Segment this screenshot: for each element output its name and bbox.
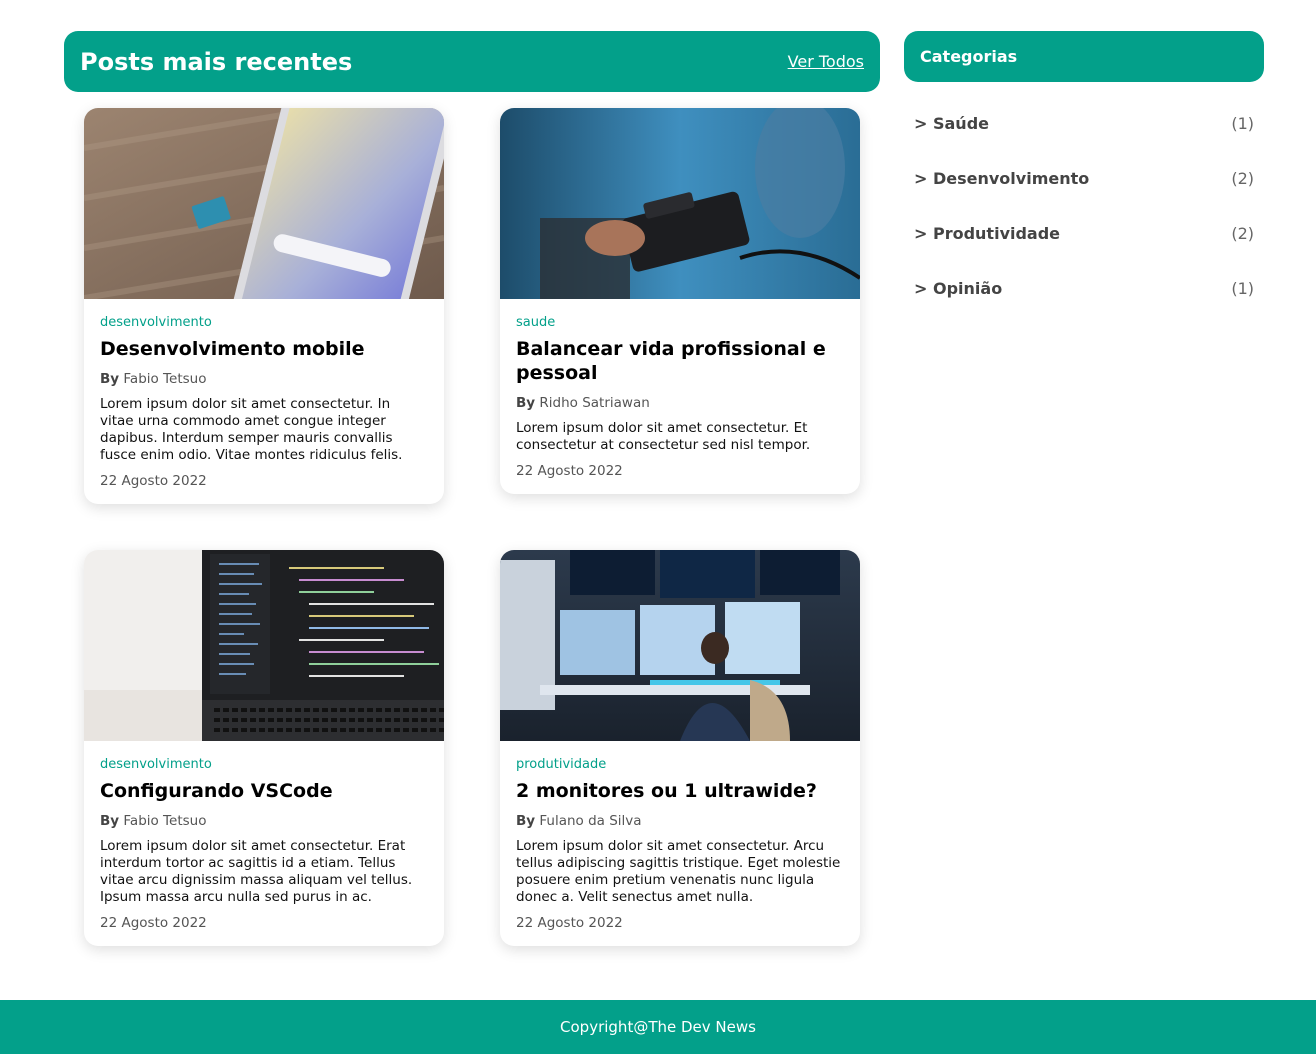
category-count: (1)	[1231, 114, 1254, 133]
post-card[interactable]: saude Balancear vida profissional e pess…	[500, 108, 860, 494]
post-author: By Ridho Satriawan	[516, 394, 844, 412]
post-author: By Fulano da Silva	[516, 812, 844, 830]
view-all-link[interactable]: Ver Todos	[788, 52, 864, 71]
post-author-name: Fulano da Silva	[539, 813, 642, 829]
category-count: (1)	[1231, 279, 1254, 298]
category-label[interactable]: > Desenvolvimento	[914, 169, 1089, 188]
post-author-name: Fabio Tetsuo	[123, 371, 207, 387]
post-author-by: By	[516, 395, 536, 411]
post-author-by: By	[516, 813, 536, 829]
post-category[interactable]: desenvolvimento	[100, 757, 428, 773]
post-author-name: Fabio Tetsuo	[123, 813, 207, 829]
categories-list: > Saúde (1) > Desenvolvimento (2) > Prod…	[904, 96, 1264, 316]
category-item-opiniao[interactable]: > Opinião (1)	[914, 261, 1254, 316]
post-excerpt: Lorem ipsum dolor sit amet consectetur. …	[516, 838, 841, 905]
post-excerpt: Lorem ipsum dolor sit amet consectetur. …	[100, 838, 413, 905]
recent-posts-section: Posts mais recentes Ver Todos desenvolvi…	[64, 31, 880, 946]
post-title[interactable]: Configurando VSCode	[100, 779, 428, 803]
post-card[interactable]: desenvolvimento Configurando VSCode By F…	[84, 550, 444, 946]
post-image-laptop-code[interactable]	[84, 550, 444, 741]
post-title[interactable]: 2 monitores ou 1 ultrawide?	[516, 779, 844, 803]
category-label[interactable]: > Produtividade	[914, 224, 1060, 243]
post-category[interactable]: saude	[516, 315, 844, 331]
post-image-phone[interactable]	[84, 108, 444, 299]
post-excerpt: Lorem ipsum dolor sit amet consectetur. …	[516, 420, 811, 453]
post-excerpt: Lorem ipsum dolor sit amet consectetur. …	[100, 396, 403, 463]
post-date: 22 Agosto 2022	[516, 915, 623, 931]
posts-title: Posts mais recentes	[80, 47, 353, 76]
post-author: By Fabio Tetsuo	[100, 370, 428, 388]
post-author-by: By	[100, 813, 120, 829]
post-card[interactable]: produtividade 2 monitores ou 1 ultrawide…	[500, 550, 860, 946]
post-image-camera[interactable]	[500, 108, 860, 299]
post-author-by: By	[100, 371, 120, 387]
categories-sidebar: Categorias > Saúde (1) > Desenvolvimento…	[904, 31, 1264, 316]
categories-title: Categorias	[920, 47, 1018, 66]
post-date: 22 Agosto 2022	[516, 463, 623, 479]
post-author: By Fabio Tetsuo	[100, 812, 428, 830]
footer: Copyright@The Dev News	[0, 1000, 1316, 1054]
category-count: (2)	[1231, 169, 1254, 188]
post-category[interactable]: desenvolvimento	[100, 315, 428, 331]
post-date: 22 Agosto 2022	[100, 473, 207, 489]
post-date: 22 Agosto 2022	[100, 915, 207, 931]
category-label[interactable]: > Opinião	[914, 279, 1002, 298]
category-count: (2)	[1231, 224, 1254, 243]
post-author-name: Ridho Satriawan	[539, 395, 650, 411]
post-title[interactable]: Desenvolvimento mobile	[100, 337, 428, 361]
post-category[interactable]: produtividade	[516, 757, 844, 773]
post-title[interactable]: Balancear vida profissional e pessoal	[516, 337, 844, 385]
category-label[interactable]: > Saúde	[914, 114, 989, 133]
posts-header: Posts mais recentes Ver Todos	[64, 31, 880, 92]
post-image-monitors[interactable]	[500, 550, 860, 741]
copyright-text: Copyright@The Dev News	[560, 1018, 756, 1036]
categories-header: Categorias	[904, 31, 1264, 82]
post-card[interactable]: desenvolvimento Desenvolvimento mobile B…	[84, 108, 444, 504]
category-item-desenvolvimento[interactable]: > Desenvolvimento (2)	[914, 151, 1254, 206]
category-item-saude[interactable]: > Saúde (1)	[914, 96, 1254, 151]
category-item-produtividade[interactable]: > Produtividade (2)	[914, 206, 1254, 261]
